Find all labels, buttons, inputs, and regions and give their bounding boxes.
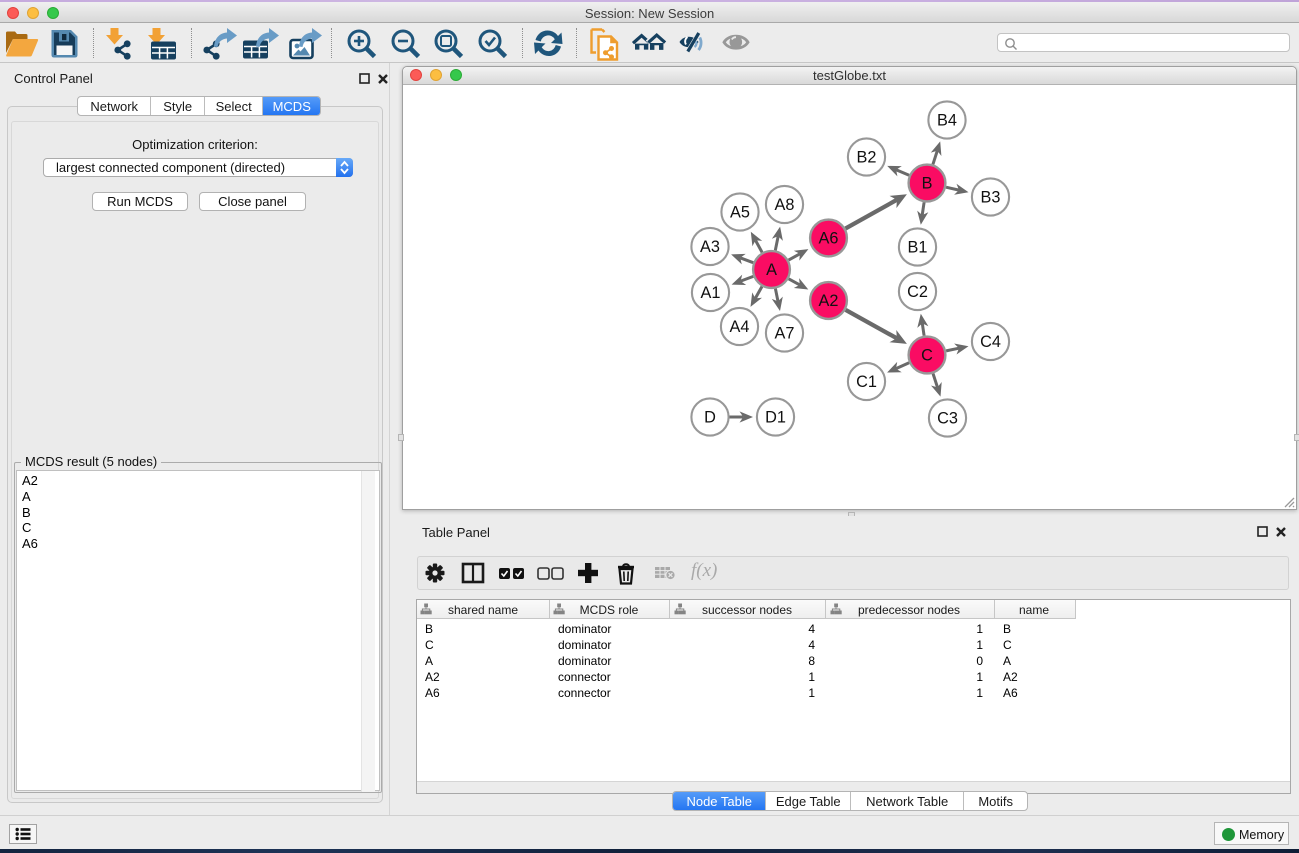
- svg-text:C1: C1: [856, 373, 877, 391]
- svg-text:C: C: [921, 347, 933, 365]
- svg-text:B2: B2: [857, 149, 877, 167]
- svg-text:C4: C4: [980, 333, 1001, 351]
- svg-text:B3: B3: [981, 189, 1001, 207]
- svg-text:B: B: [922, 175, 933, 193]
- svg-text:C2: C2: [907, 283, 928, 301]
- svg-text:B4: B4: [937, 112, 957, 130]
- svg-text:A8: A8: [775, 196, 795, 214]
- svg-text:A4: A4: [730, 318, 750, 336]
- svg-text:A5: A5: [730, 204, 750, 222]
- svg-text:A3: A3: [700, 238, 720, 256]
- svg-text:A6: A6: [819, 230, 839, 248]
- svg-text:B1: B1: [908, 239, 928, 257]
- svg-text:A1: A1: [701, 284, 721, 302]
- svg-text:D1: D1: [765, 409, 786, 427]
- svg-text:D: D: [704, 409, 716, 427]
- svg-text:A: A: [766, 261, 777, 279]
- svg-text:A7: A7: [775, 325, 795, 343]
- svg-text:C3: C3: [937, 410, 958, 428]
- svg-text:A2: A2: [819, 292, 839, 310]
